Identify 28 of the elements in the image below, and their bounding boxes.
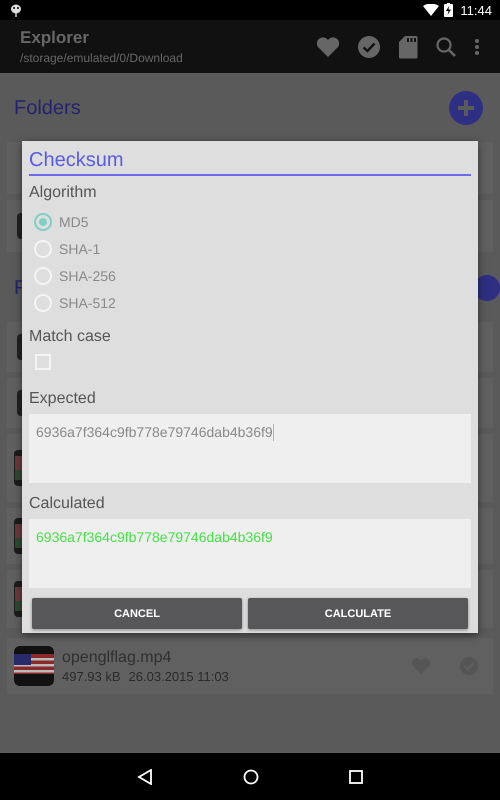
status-time: 11:44 bbox=[460, 2, 492, 18]
heart-icon[interactable] bbox=[316, 36, 340, 58]
check-circle-icon[interactable] bbox=[357, 34, 381, 58]
field-label: Expected bbox=[29, 390, 97, 408]
app-title: Explorer bbox=[20, 28, 90, 48]
search-icon[interactable] bbox=[435, 36, 457, 58]
radio-label: SHA-256 bbox=[59, 268, 116, 284]
field-label: Match case bbox=[29, 328, 112, 346]
dialog-title: Checksum bbox=[29, 149, 471, 176]
debug-icon bbox=[10, 3, 22, 17]
radio-button[interactable] bbox=[34, 212, 52, 230]
more-options-icon[interactable] bbox=[474, 38, 480, 56]
cancel-button[interactable]: CANCEL bbox=[32, 598, 242, 629]
battery-charging-icon bbox=[444, 3, 454, 17]
radio-label: SHA-512 bbox=[59, 294, 116, 310]
sd-card-icon[interactable] bbox=[398, 34, 418, 58]
field-label: Calculated bbox=[29, 495, 106, 513]
wifi-icon bbox=[423, 4, 440, 16]
recents-icon[interactable] bbox=[349, 770, 363, 784]
field-label: Algorithm bbox=[29, 184, 98, 202]
back-icon[interactable] bbox=[137, 768, 153, 784]
radio-label: SHA-1 bbox=[59, 240, 100, 256]
radio-label: MD5 bbox=[59, 214, 89, 230]
section-title: Folders bbox=[14, 96, 81, 120]
path-subtitle: /storage/emulated/0/Download bbox=[20, 51, 184, 65]
home-icon[interactable] bbox=[243, 768, 259, 784]
output-field: 6936a7f364c9fb778e79746dab4b36f9 bbox=[29, 519, 471, 588]
calculate-button[interactable]: CALCULATE bbox=[248, 598, 468, 629]
